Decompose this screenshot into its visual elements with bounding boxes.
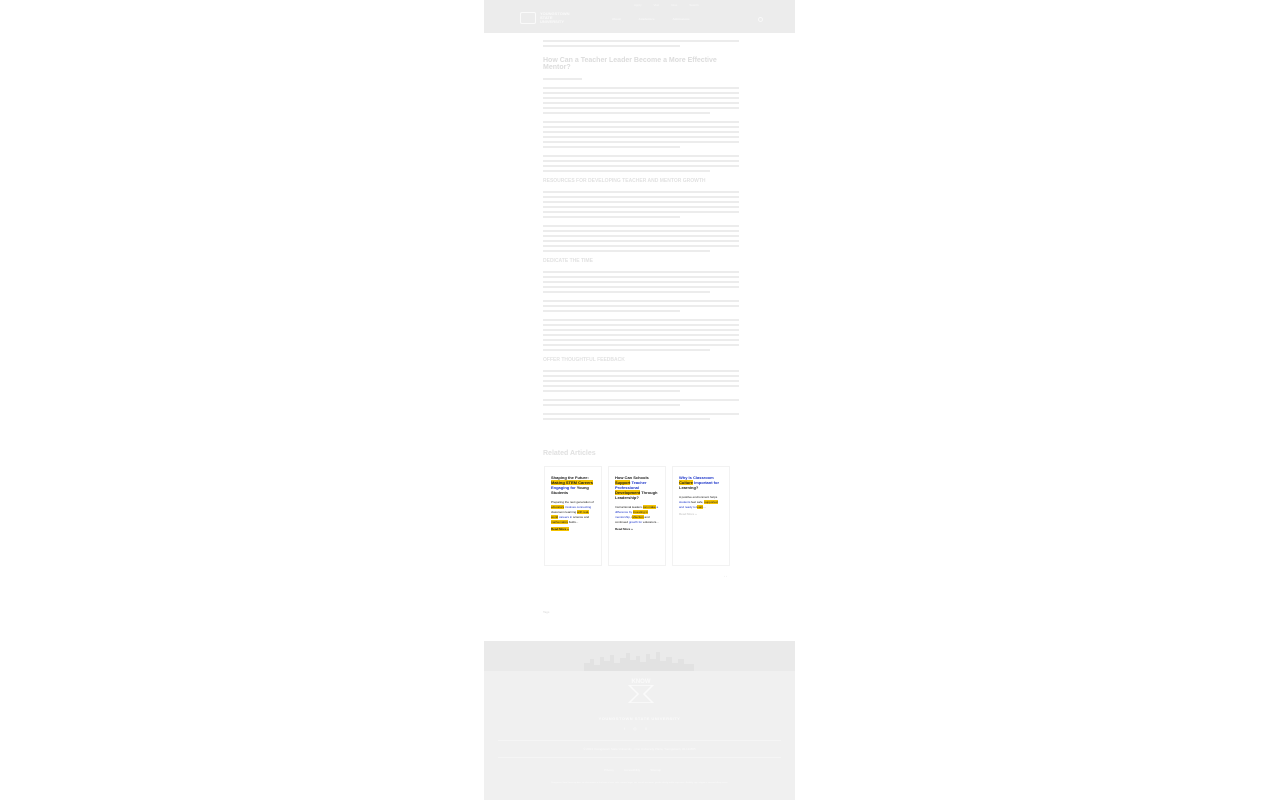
related-articles-heading: Related Articles [543,450,596,457]
util-nav-apply[interactable]: Apply [634,3,642,7]
card-excerpt: Instructional leaders can make a differe… [615,505,659,524]
paragraph [543,121,739,148]
paragraph [543,319,739,351]
related-card[interactable]: How Can Schools Support Teacher Professi… [608,466,666,566]
paragraph [543,225,739,252]
footer-university-name: YOUNGSTOWN STATE UNIVERSITY [598,716,681,721]
read-more-link[interactable]: Read More » [551,527,595,531]
breadcrumb-line [543,45,681,47]
footer-emblem-icon [627,684,655,704]
main-nav-about[interactable]: About [612,17,621,21]
main-nav-admissions[interactable]: Admissions [673,17,690,21]
paragraph [543,191,739,218]
facebook-icon[interactable]: f [624,726,625,731]
footer-legal-note: Youngstown State University does not dis… [551,782,728,784]
related-articles-cards: Shaping the Future: Making STEM Careers … [544,466,730,566]
card-title[interactable]: Shaping the Future: Making STEM Careers … [551,475,595,495]
section-heading: OFFER THOUGHTFUL FEEDBACK [543,357,625,363]
paragraph [543,271,739,293]
utility-nav: Apply Visit Give Search [634,3,699,7]
site-header: YOUNGSTOWN STATE UNIVERSITY Apply Visit … [484,0,795,33]
util-nav-search[interactable]: Search [689,3,699,7]
related-card[interactable]: Shaping the Future: Making STEM Careers … [544,466,602,566]
footer-link-sitemap[interactable]: Sitemap [650,768,661,772]
skyline-illustration [484,641,795,671]
instagram-icon[interactable]: ◎ [633,726,637,731]
paragraph [543,87,739,114]
breadcrumb-line [543,40,739,42]
article-title: How Can a Teacher Leader Become a More E… [543,57,717,71]
util-nav-visit[interactable]: Visit [654,3,660,7]
read-more-link[interactable]: Read More » [615,527,659,531]
related-pager[interactable]: ‹ › [724,574,727,578]
logo-mark-icon [520,12,536,24]
site-footer: KNOW YOUNGSTOWN STATE UNIVERSITY f ◎ X ©… [484,641,795,800]
card-title[interactable]: How Can Schools Support Teacher Professi… [615,475,659,500]
site-logo[interactable]: YOUNGSTOWN STATE UNIVERSITY [520,12,570,24]
tags-label: Tags [543,610,550,614]
footer-divider [498,740,781,741]
x-twitter-icon[interactable]: X [645,726,648,731]
paragraph [543,300,739,312]
footer-links: Privacy Accessibility Sitemap [604,768,661,772]
paragraph [543,370,739,392]
skyline-icon [584,652,694,671]
main-nav: About Academics Admissions [612,17,690,21]
card-excerpt: A positive environment helps students fe… [679,495,718,509]
paragraph [543,413,739,420]
card-excerpt: Preparing the next generation of educato… [551,500,594,524]
section-heading: DEDICATE THE TIME [543,258,593,264]
related-card[interactable]: Why Is Classroom Culture Important for L… [672,466,730,566]
footer-link-accessibility[interactable]: Accessibility [624,768,640,772]
section-heading: RESOURCES FOR DEVELOPING TEACHER AND MEN… [543,178,706,184]
util-nav-give[interactable]: Give [671,3,677,7]
logo-text: YOUNGSTOWN STATE UNIVERSITY [540,11,570,24]
footer-logo[interactable]: KNOW [626,679,656,705]
paragraph [543,399,739,406]
social-links: f ◎ X [624,726,647,731]
footer-address: © 2024 Youngstown State University · One… [583,747,696,751]
footer-divider [498,757,781,758]
byline-line [543,78,583,80]
page: YOUNGSTOWN STATE UNIVERSITY Apply Visit … [484,0,795,800]
card-title[interactable]: Why Is Classroom Culture Important for L… [679,475,723,490]
footer-link-privacy[interactable]: Privacy [604,768,614,772]
main-nav-academics[interactable]: Academics [639,17,655,21]
read-more-link[interactable]: Read More » [679,512,723,516]
article: How Can a Teacher Leader Become a More E… [543,40,739,423]
search-icon[interactable] [758,17,763,22]
paragraph [543,155,739,172]
